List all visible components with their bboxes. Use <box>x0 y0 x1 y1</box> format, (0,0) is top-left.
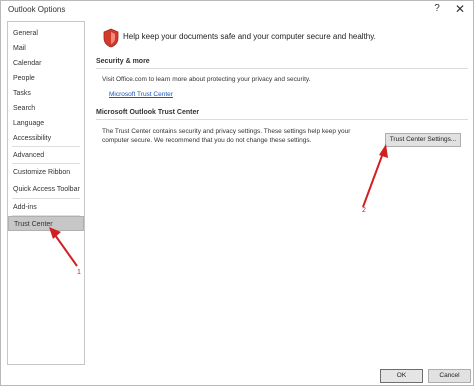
sidebar-item-calendar[interactable]: Calendar <box>8 56 84 71</box>
sidebar-divider <box>12 163 80 164</box>
trust-center-description-line-1: The Trust Center contains security and p… <box>102 128 351 135</box>
sidebar-item-mail[interactable]: Mail <box>8 41 84 56</box>
annotation-marker-2: 2 <box>362 207 366 214</box>
trust-center-section-title: Microsoft Outlook Trust Center <box>96 109 200 116</box>
sidebar-item-language[interactable]: Language <box>8 116 84 131</box>
options-sidebar: General Mail Calendar People Tasks Searc… <box>7 21 85 365</box>
security-description: Visit Office.com to learn more about pro… <box>102 76 311 83</box>
sidebar-item-trust-center[interactable]: Trust Center <box>8 216 84 231</box>
close-icon[interactable]: ✕ <box>453 2 467 16</box>
sidebar-item-advanced[interactable]: Advanced <box>8 148 84 163</box>
page-headline: Help keep your documents safe and your c… <box>123 32 376 41</box>
sidebar-item-people[interactable]: People <box>8 71 84 86</box>
section-divider <box>96 119 468 120</box>
window-title: Outlook Options <box>8 5 66 14</box>
sidebar-item-add-ins[interactable]: Add-ins <box>8 200 84 215</box>
help-icon[interactable]: ? <box>431 3 443 14</box>
section-divider <box>96 68 468 69</box>
sidebar-item-quick-access-toolbar[interactable]: Quick Access Toolbar <box>8 182 84 197</box>
sidebar-item-customize-ribbon[interactable]: Customize Ribbon <box>8 165 84 180</box>
ok-button[interactable]: OK <box>380 369 423 383</box>
trust-center-settings-button[interactable]: Trust Center Settings... <box>385 133 461 147</box>
cancel-button[interactable]: Cancel <box>428 369 471 383</box>
trust-center-description-line-2: computer secure. We recommend that you d… <box>102 137 312 144</box>
sidebar-divider <box>12 146 80 147</box>
sidebar-divider <box>12 198 80 199</box>
security-section-title: Security & more <box>96 58 150 65</box>
trust-center-panel: Help keep your documents safe and your c… <box>89 21 471 365</box>
annotation-marker-1: 1 <box>77 269 81 276</box>
outlook-options-window: Outlook Options ? ✕ General Mail Calenda… <box>0 0 474 386</box>
microsoft-trust-center-link[interactable]: Microsoft Trust Center <box>109 91 173 98</box>
sidebar-item-tasks[interactable]: Tasks <box>8 86 84 101</box>
sidebar-item-general[interactable]: General <box>8 26 84 41</box>
title-bar: Outlook Options ? ✕ <box>1 1 473 21</box>
sidebar-item-search[interactable]: Search <box>8 101 84 116</box>
shield-icon <box>103 28 119 48</box>
sidebar-item-accessibility[interactable]: Accessibility <box>8 131 84 146</box>
